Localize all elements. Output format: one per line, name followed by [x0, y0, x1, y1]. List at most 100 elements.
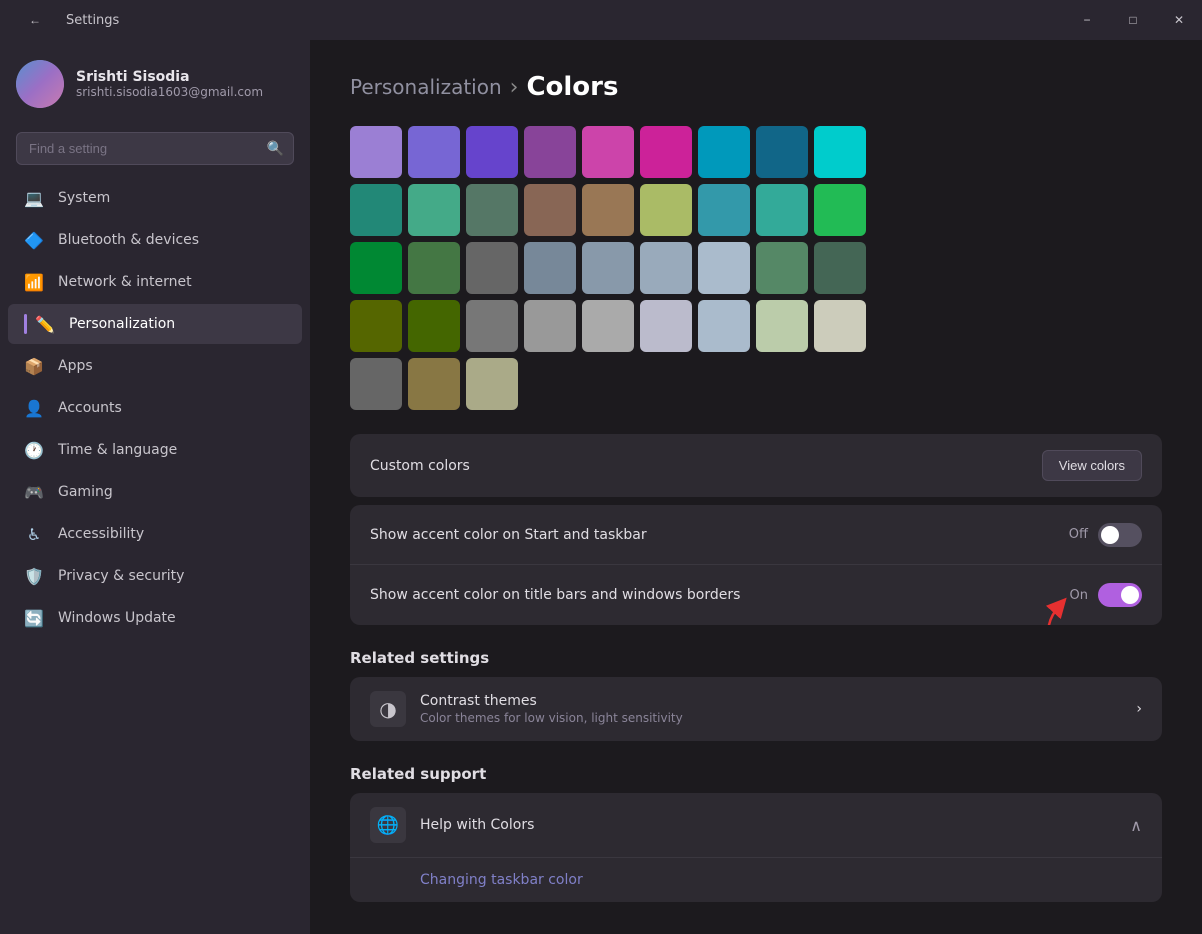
color-swatch[interactable]: [524, 300, 576, 352]
changing-taskbar-link-row[interactable]: Changing taskbar color: [350, 858, 1162, 902]
related-support-card: 🌐 Help with Colors ∧ Changing taskbar co…: [350, 793, 1162, 902]
maximize-button[interactable]: □: [1110, 0, 1156, 40]
accounts-icon: 👤: [24, 398, 44, 418]
sidebar-item-bluetooth[interactable]: 🔷 Bluetooth & devices: [8, 220, 302, 260]
accent-taskbar-controls: Off: [1069, 523, 1142, 547]
accent-taskbar-status: Off: [1069, 527, 1088, 542]
related-settings-heading: Related settings: [350, 649, 1162, 667]
sidebar-item-gaming[interactable]: 🎮 Gaming: [8, 472, 302, 512]
color-swatch[interactable]: [756, 184, 808, 236]
color-swatch[interactable]: [582, 300, 634, 352]
sidebar-item-network[interactable]: 📶 Network & internet: [8, 262, 302, 302]
color-swatch[interactable]: [408, 358, 460, 410]
sidebar-item-time[interactable]: 🕐 Time & language: [8, 430, 302, 470]
color-swatch[interactable]: [756, 126, 808, 178]
help-colors-row[interactable]: 🌐 Help with Colors ∧: [350, 793, 1162, 858]
color-swatch[interactable]: [756, 242, 808, 294]
color-swatch[interactable]: [408, 300, 460, 352]
contrast-themes-row[interactable]: ◑ Contrast themes Color themes for low v…: [350, 677, 1162, 741]
color-swatch[interactable]: [582, 184, 634, 236]
color-swatch[interactable]: [582, 126, 634, 178]
sidebar: Srishti Sisodia srishti.sisodia1603@gmai…: [0, 40, 310, 934]
color-swatch[interactable]: [814, 184, 866, 236]
accent-titlebar-row: Show accent color on title bars and wind…: [350, 565, 1162, 625]
user-info: Srishti Sisodia srishti.sisodia1603@gmai…: [76, 69, 263, 99]
color-swatch[interactable]: [698, 242, 750, 294]
search-box: 🔍: [16, 132, 294, 165]
avatar: [16, 60, 64, 108]
accent-titlebar-status: On: [1070, 588, 1088, 603]
color-swatch[interactable]: [640, 184, 692, 236]
color-swatch[interactable]: [814, 300, 866, 352]
accent-taskbar-row: Show accent color on Start and taskbar O…: [350, 505, 1162, 565]
avatar-image: [16, 60, 64, 108]
color-swatch[interactable]: [524, 126, 576, 178]
sidebar-item-label: Apps: [58, 358, 93, 374]
color-swatch[interactable]: [408, 126, 460, 178]
user-profile: Srishti Sisodia srishti.sisodia1603@gmai…: [0, 40, 310, 124]
color-swatch[interactable]: [350, 184, 402, 236]
accent-titlebar-controls: On: [1070, 583, 1142, 607]
color-swatch[interactable]: [698, 300, 750, 352]
color-swatch[interactable]: [640, 126, 692, 178]
sidebar-item-personalization[interactable]: ✏️ Personalization: [8, 304, 302, 344]
main-content: Personalization › Colors Custom colors V…: [310, 40, 1202, 934]
user-name: Srishti Sisodia: [76, 69, 263, 85]
contrast-themes-subtitle: Color themes for low vision, light sensi…: [420, 711, 1128, 725]
color-swatch[interactable]: [350, 358, 402, 410]
breadcrumb: Personalization › Colors: [350, 72, 1162, 102]
color-swatch[interactable]: [408, 242, 460, 294]
system-icon: 💻: [24, 188, 44, 208]
sidebar-item-label: Gaming: [58, 484, 113, 500]
color-swatch[interactable]: [466, 242, 518, 294]
color-swatch[interactable]: [466, 184, 518, 236]
apps-icon: 📦: [24, 356, 44, 376]
color-swatch[interactable]: [350, 126, 402, 178]
color-swatch[interactable]: [350, 242, 402, 294]
accent-titlebar-toggle[interactable]: [1098, 583, 1142, 607]
color-swatch[interactable]: [466, 126, 518, 178]
color-swatch[interactable]: [640, 300, 692, 352]
search-icon: 🔍: [267, 141, 284, 157]
color-swatch[interactable]: [814, 126, 866, 178]
color-swatch[interactable]: [466, 300, 518, 352]
color-swatch[interactable]: [466, 358, 518, 410]
get-help-row[interactable]: 💬 Get help: [350, 926, 1162, 934]
sidebar-item-system[interactable]: 💻 System: [8, 178, 302, 218]
sidebar-item-accessibility[interactable]: ♿ Accessibility: [8, 514, 302, 554]
color-swatch[interactable]: [698, 184, 750, 236]
view-colors-button[interactable]: View colors: [1042, 450, 1142, 481]
accent-taskbar-toggle[interactable]: [1098, 523, 1142, 547]
breadcrumb-separator: ›: [510, 75, 519, 100]
sidebar-item-label: Accounts: [58, 400, 122, 416]
back-button[interactable]: ←: [12, 0, 58, 40]
sidebar-item-label: System: [58, 190, 110, 206]
sidebar-item-label: Personalization: [69, 316, 175, 332]
color-swatch[interactable]: [698, 126, 750, 178]
sidebar-item-label: Network & internet: [58, 274, 192, 290]
search-input[interactable]: [16, 132, 294, 165]
titlebar-title: Settings: [66, 13, 119, 28]
contrast-themes-icon: ◑: [370, 691, 406, 727]
color-swatch[interactable]: [524, 184, 576, 236]
sidebar-item-update[interactable]: 🔄 Windows Update: [8, 598, 302, 638]
minimize-button[interactable]: −: [1064, 0, 1110, 40]
sidebar-item-apps[interactable]: 📦 Apps: [8, 346, 302, 386]
breadcrumb-parent[interactable]: Personalization: [350, 75, 502, 99]
color-swatch[interactable]: [640, 242, 692, 294]
color-swatch[interactable]: [582, 242, 634, 294]
sidebar-item-accounts[interactable]: 👤 Accounts: [8, 388, 302, 428]
color-swatch[interactable]: [524, 242, 576, 294]
color-swatch[interactable]: [756, 300, 808, 352]
sidebar-item-privacy[interactable]: 🛡️ Privacy & security: [8, 556, 302, 596]
bluetooth-icon: 🔷: [24, 230, 44, 250]
help-colors-icon: 🌐: [370, 807, 406, 843]
color-swatch[interactable]: [814, 242, 866, 294]
color-swatch[interactable]: [408, 184, 460, 236]
contrast-themes-text: Contrast themes Color themes for low vis…: [420, 693, 1128, 725]
accessibility-icon: ♿: [24, 524, 44, 544]
help-colors-collapse-icon[interactable]: ∧: [1130, 816, 1142, 835]
changing-taskbar-link[interactable]: Changing taskbar color: [420, 872, 583, 888]
close-button[interactable]: ✕: [1156, 0, 1202, 40]
color-swatch[interactable]: [350, 300, 402, 352]
